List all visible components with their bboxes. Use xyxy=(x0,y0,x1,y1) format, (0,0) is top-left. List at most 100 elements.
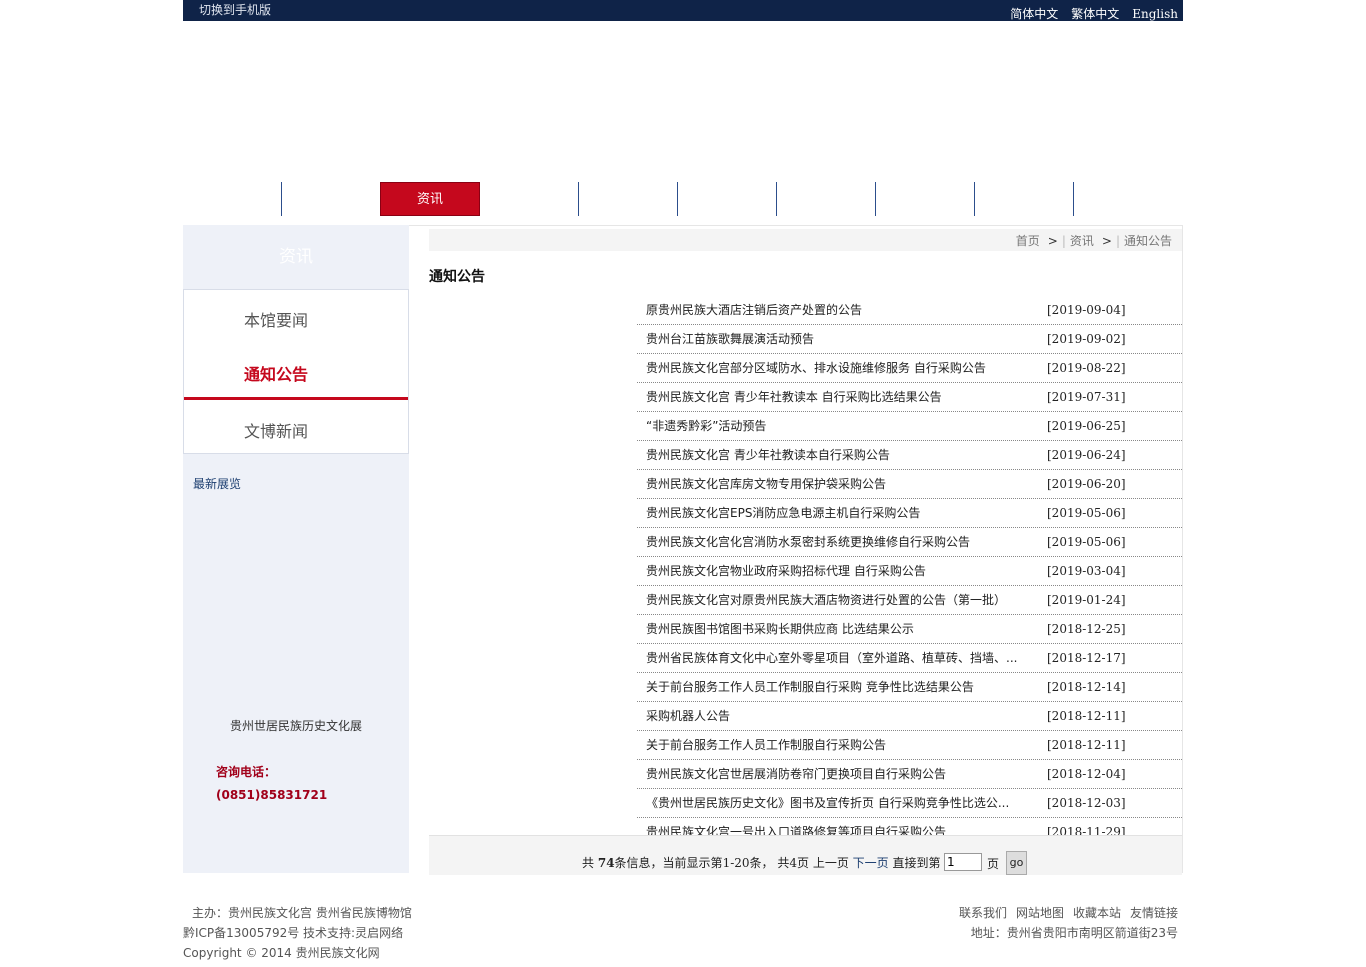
notice-row[interactable]: “非遗秀黔彩”活动预告 [2019-06-25] xyxy=(637,413,1182,441)
notice-title-link[interactable]: 贵州民族文化宫部分区域防水、排水设施维修服务 自行采购公告 xyxy=(646,361,1021,376)
lang-simplified-link[interactable]: 简体中文 xyxy=(1010,7,1058,21)
notice-title-link[interactable]: 贵州民族文化宫化宫消防水泵密封系统更换维修自行采购公告 xyxy=(646,535,1021,550)
nav-item-1[interactable] xyxy=(183,182,282,216)
sidebar-item-notices[interactable]: 通知公告 xyxy=(244,361,308,385)
switch-to-mobile-link[interactable]: 切换到手机版 xyxy=(199,3,271,18)
notice-title-link[interactable]: 贵州民族文化宫物业政府采购招标代理 自行采购公告 xyxy=(646,564,1021,579)
notice-title-link[interactable]: 贵州民族文化宫 青少年社教读本自行采购公告 xyxy=(646,448,1021,463)
sidebar-item-highlights[interactable]: 本馆要闻 xyxy=(244,307,308,331)
notice-title-link[interactable]: 贵州民族文化宫对原贵州民族大酒店物资进行处置的公告（第一批） xyxy=(646,593,1021,608)
latest-exhibitions-title: 最新展览 xyxy=(193,477,242,491)
notice-row[interactable]: 贵州民族文化宫世居展消防卷帘门更换项目自行采购公告 [2018-12-04] xyxy=(637,761,1182,789)
notice-row[interactable]: 贵州民族文化宫 青少年社教读本 自行采购比选结果公告 [2019-07-31] xyxy=(637,384,1182,412)
notice-row[interactable]: 贵州民族文化宫化宫消防水泵密封系统更换维修自行采购公告 [2019-05-06] xyxy=(637,529,1182,557)
nav-item-6[interactable] xyxy=(678,182,777,216)
sidebar-heading: 资讯 xyxy=(183,225,409,289)
pager-unit: 页 xyxy=(987,857,1000,871)
notice-row[interactable]: 贵州民族文化宫对原贵州民族大酒店物资进行处置的公告（第一批） [2019-01-2… xyxy=(637,587,1182,615)
notice-title-link[interactable]: 采购机器人公告 xyxy=(646,709,1021,724)
breadcrumb-current: 通知公告 xyxy=(1123,234,1172,248)
sidebar-menu: 本馆要闻 通知公告 文博新闻 xyxy=(183,289,409,454)
breadcrumb-separator: > xyxy=(1101,234,1112,248)
notice-row[interactable]: 贵州民族图书馆图书采购长期供应商 比选结果公示 [2018-12-25] xyxy=(637,616,1182,644)
notice-row[interactable]: 贵州台江苗族歌舞展演活动预告 [2019-09-02] xyxy=(637,326,1182,354)
notice-title-link[interactable]: 贵州民族文化宫EPS消防应急电源主机自行采购公告 xyxy=(646,506,1021,521)
lang-traditional-link[interactable]: 繁体中文 xyxy=(1071,7,1119,21)
nav-item-news[interactable]: 资讯 xyxy=(380,182,480,216)
notice-row[interactable]: 贵州民族文化宫库房文物专用保护袋采购公告 [2019-06-20] xyxy=(637,471,1182,499)
pager-text: 直接到第 xyxy=(892,856,941,870)
language-switcher: 简体中文 繁体中文 English xyxy=(997,7,1178,21)
footer-links: 联系我们 网站地图 收藏本站 友情链接 地址：贵州省贵阳市南明区箭道街23号 xyxy=(950,903,1178,943)
footer-copyright: Copyright © 2014 贵州民族文化网 xyxy=(183,946,380,960)
main-nav: 资讯 xyxy=(183,182,1183,216)
notice-date: [2019-08-22] xyxy=(1047,361,1126,375)
notice-row[interactable]: 原贵州民族大酒店注销后资产处置的公告 [2019-09-04] xyxy=(637,297,1182,325)
notice-date: [2019-09-02] xyxy=(1047,332,1126,346)
notice-date: [2019-05-06] xyxy=(1047,535,1126,549)
notice-title-link[interactable]: 贵州民族文化宫 青少年社教读本 自行采购比选结果公告 xyxy=(646,390,1021,405)
notice-row[interactable]: 贵州民族文化宫 青少年社教读本自行采购公告 [2019-06-24] xyxy=(637,442,1182,470)
notice-row[interactable]: 关于前台服务工作人员工作制服自行采购公告 [2018-12-11] xyxy=(637,732,1182,760)
consult-phone: (0851)85831721 xyxy=(216,788,328,802)
notice-row[interactable]: 贵州省民族体育文化中心室外零星项目（室外道路、植草砖、挡墙、... [2018-1… xyxy=(637,645,1182,673)
notice-row[interactable]: 采购机器人公告 [2018-12-11] xyxy=(637,703,1182,731)
footer-sitemap-link[interactable]: 网站地图 xyxy=(1016,906,1064,920)
footer-host: 主办：贵州民族文化宫 贵州省民族博物馆 xyxy=(192,906,412,920)
lang-english-link[interactable]: English xyxy=(1132,7,1178,21)
notice-title-link[interactable]: 贵州省民族体育文化中心室外零星项目（室外道路、植草砖、挡墙、... xyxy=(646,651,1021,666)
notice-date: [2019-06-20] xyxy=(1047,477,1126,491)
footer-friend-links[interactable]: 友情链接 xyxy=(1130,906,1178,920)
notice-date: [2018-12-17] xyxy=(1047,651,1126,665)
breadcrumb-divider: | xyxy=(1115,234,1120,248)
notice-title-link[interactable]: 关于前台服务工作人员工作制服自行采购 竞争性比选结果公告 xyxy=(646,680,1021,695)
footer-bookmark-link[interactable]: 收藏本站 xyxy=(1073,906,1121,920)
sidebar: 资讯 本馆要闻 通知公告 文博新闻 最新展览 贵州世居民族历史文化展 咨询电话：… xyxy=(183,225,409,873)
nav-item-2[interactable] xyxy=(282,182,381,216)
notice-row[interactable]: 贵州民族文化宫部分区域防水、排水设施维修服务 自行采购公告 [2019-08-22… xyxy=(637,355,1182,383)
notice-date: [2019-01-24] xyxy=(1047,593,1126,607)
notice-list: 原贵州民族大酒店注销后资产处置的公告 [2019-09-04] 贵州台江苗族歌舞展演… xyxy=(637,297,1182,848)
notice-date: [2018-12-04] xyxy=(1047,767,1126,781)
footer-contact-link[interactable]: 联系我们 xyxy=(959,906,1007,920)
notice-title-link[interactable]: 《贵州世居民族历史文化》图书及宣传折页 自行采购竞争性比选公... xyxy=(646,796,1021,811)
breadcrumb-separator: > xyxy=(1047,234,1058,248)
notice-row[interactable]: 关于前台服务工作人员工作制服自行采购 竞争性比选结果公告 [2018-12-14] xyxy=(637,674,1182,702)
notice-title-link[interactable]: 贵州民族图书馆图书采购长期供应商 比选结果公示 xyxy=(646,622,1021,637)
nav-item-5[interactable] xyxy=(579,182,678,216)
notice-title-link[interactable]: 原贵州民族大酒店注销后资产处置的公告 xyxy=(646,303,1021,318)
nav-item-4[interactable] xyxy=(480,182,579,216)
breadcrumb-news[interactable]: 资讯 xyxy=(1070,234,1094,248)
notice-date: [2018-12-11] xyxy=(1047,738,1126,752)
notice-row[interactable]: 贵州民族文化宫EPS消防应急电源主机自行采购公告 [2019-05-06] xyxy=(637,500,1182,528)
sidebar-item-museum-news[interactable]: 文博新闻 xyxy=(244,418,308,442)
notice-date: [2018-12-25] xyxy=(1047,622,1126,636)
nav-item-7[interactable] xyxy=(777,182,876,216)
nav-item-8[interactable] xyxy=(876,182,975,216)
notice-row[interactable]: 贵州民族文化宫物业政府采购招标代理 自行采购公告 [2019-03-04] xyxy=(637,558,1182,586)
pager-text: 条信息，当前显示第 xyxy=(614,856,723,870)
pagination-info: 共 74条信息，当前显示第1-20条， 共4页 上一页 下一页 直接到第 xyxy=(582,855,941,871)
breadcrumb: 首页 > | 资讯 > | 通知公告 xyxy=(429,229,1182,251)
page-number-input[interactable] xyxy=(944,853,982,871)
pager-next-link[interactable]: 下一页 xyxy=(853,856,889,870)
notice-title-link[interactable]: 关于前台服务工作人员工作制服自行采购公告 xyxy=(646,738,1021,753)
notice-title-link[interactable]: “非遗秀黔彩”活动预告 xyxy=(646,419,1021,434)
pager-text: 条， 共 xyxy=(749,856,790,870)
notice-date: [2019-05-06] xyxy=(1047,506,1126,520)
notice-date: [2019-06-25] xyxy=(1047,419,1126,433)
exhibition-link[interactable]: 贵州世居民族历史文化展 xyxy=(183,717,409,734)
notice-title-link[interactable]: 贵州民族文化宫库房文物专用保护袋采购公告 xyxy=(646,477,1021,492)
nav-item-10[interactable] xyxy=(1074,182,1173,216)
notice-row[interactable]: 《贵州世居民族历史文化》图书及宣传折页 自行采购竞争性比选公... [2018-1… xyxy=(637,790,1182,818)
nav-item-9[interactable] xyxy=(975,182,1074,216)
footer-address: 地址：贵州省贵阳市南明区箭道街23号 xyxy=(970,926,1178,940)
breadcrumb-home[interactable]: 首页 xyxy=(1016,234,1040,248)
notice-title-link[interactable]: 贵州民族文化宫世居展消防卷帘门更换项目自行采购公告 xyxy=(646,767,1021,782)
notice-date: [2019-03-04] xyxy=(1047,564,1126,578)
pager-page-count: 4 xyxy=(789,856,797,870)
notice-title-link[interactable]: 贵州台江苗族歌舞展演活动预告 xyxy=(646,332,1021,347)
sidebar-active-indicator xyxy=(184,397,408,400)
consult-block: 咨询电话： (0851)85831721 xyxy=(216,761,327,807)
go-button[interactable]: go xyxy=(1006,851,1027,875)
